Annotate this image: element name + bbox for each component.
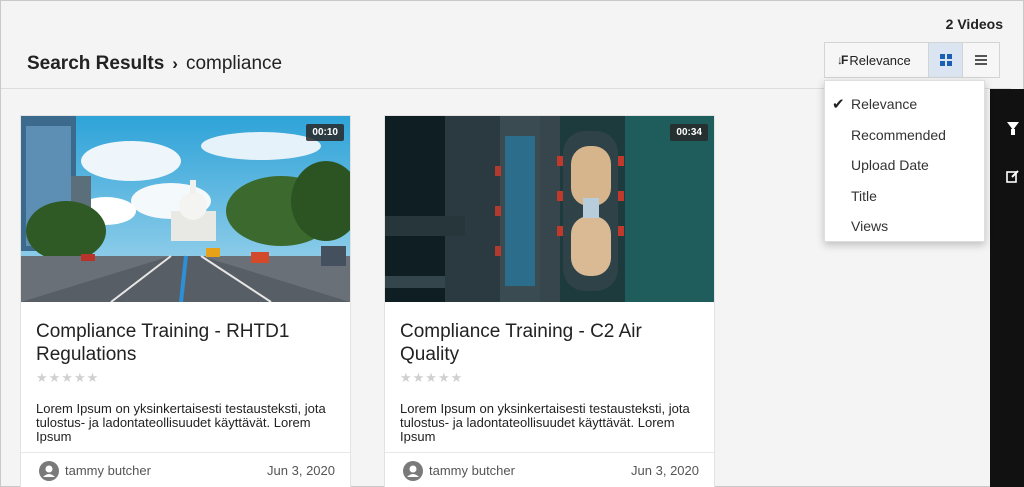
video-card[interactable]: 00:10 Compliance Training - RHTD1 Regula…: [20, 115, 351, 487]
sort-menu: ✔ Relevance Recommended Upload Date Titl…: [824, 80, 985, 242]
check-icon: ✔: [832, 96, 845, 114]
sort-option-label: Upload Date: [851, 157, 929, 174]
video-author[interactable]: tammy butcher: [429, 463, 515, 478]
capitol-street-image: [21, 116, 350, 302]
sort-desc-icon: ↓F: [837, 53, 848, 67]
sort-option-recommended[interactable]: Recommended: [825, 120, 984, 151]
breadcrumb: Search Results › compliance: [27, 53, 282, 75]
video-duration: 00:10: [306, 124, 344, 141]
breadcrumb-separator: ›: [172, 54, 178, 73]
video-title[interactable]: Compliance Training - C2 Air Quality: [400, 320, 700, 366]
breadcrumb-query: compliance: [185, 53, 283, 74]
video-count: 2 Videos: [945, 16, 1003, 32]
sort-option-label: Title: [851, 187, 877, 204]
rating-stars[interactable]: ★★★★★: [400, 370, 463, 386]
sort-option-title[interactable]: Title: [825, 181, 984, 212]
video-title[interactable]: Compliance Training - RHTD1 Regulations: [36, 320, 336, 366]
sort-option-label: Recommended: [851, 126, 946, 143]
video-date: Jun 3, 2020: [631, 463, 699, 478]
video-description: Lorem Ipsum on yksinkertaisesti testaust…: [400, 402, 690, 444]
video-thumbnail[interactable]: 00:10: [21, 116, 350, 302]
card-footer: tammy butcher Jun 3, 2020: [21, 452, 350, 487]
video-card[interactable]: 00:34 Compliance Training - C2 Air Quali…: [384, 115, 715, 487]
avatar-icon: [403, 460, 423, 481]
list-view-button[interactable]: [963, 43, 999, 77]
video-thumbnail[interactable]: 00:34: [385, 116, 714, 302]
view-toolbar: ↓F Relevance: [824, 42, 1000, 78]
list-view-icon: [975, 55, 987, 65]
grid-view-button[interactable]: [929, 43, 963, 77]
aerial-port-image: [385, 116, 714, 302]
avatar-icon: [39, 460, 59, 481]
card-footer: tammy butcher Jun 3, 2020: [385, 452, 714, 487]
right-sidebar: [990, 89, 1024, 487]
sort-option-upload-date[interactable]: Upload Date: [825, 150, 984, 181]
filter-icon-stem: [1011, 129, 1015, 135]
video-description: Lorem Ipsum on yksinkertaisesti testaust…: [36, 402, 326, 444]
grid-view-icon: [939, 54, 952, 66]
rating-stars[interactable]: ★★★★★: [36, 370, 99, 386]
edit-icon[interactable]: [1006, 169, 1020, 183]
breadcrumb-root[interactable]: Search Results: [27, 53, 164, 75]
sort-dropdown-button[interactable]: ↓F Relevance: [825, 43, 929, 77]
sort-label: Relevance: [849, 52, 911, 68]
sort-option-label: Relevance: [851, 96, 918, 113]
video-date: Jun 3, 2020: [267, 463, 335, 478]
sort-option-relevance[interactable]: ✔ Relevance: [825, 89, 984, 120]
sort-option-views[interactable]: Views: [825, 211, 984, 242]
video-duration: 00:34: [670, 124, 708, 141]
video-author[interactable]: tammy butcher: [65, 463, 151, 478]
sort-option-label: Views: [851, 218, 889, 235]
